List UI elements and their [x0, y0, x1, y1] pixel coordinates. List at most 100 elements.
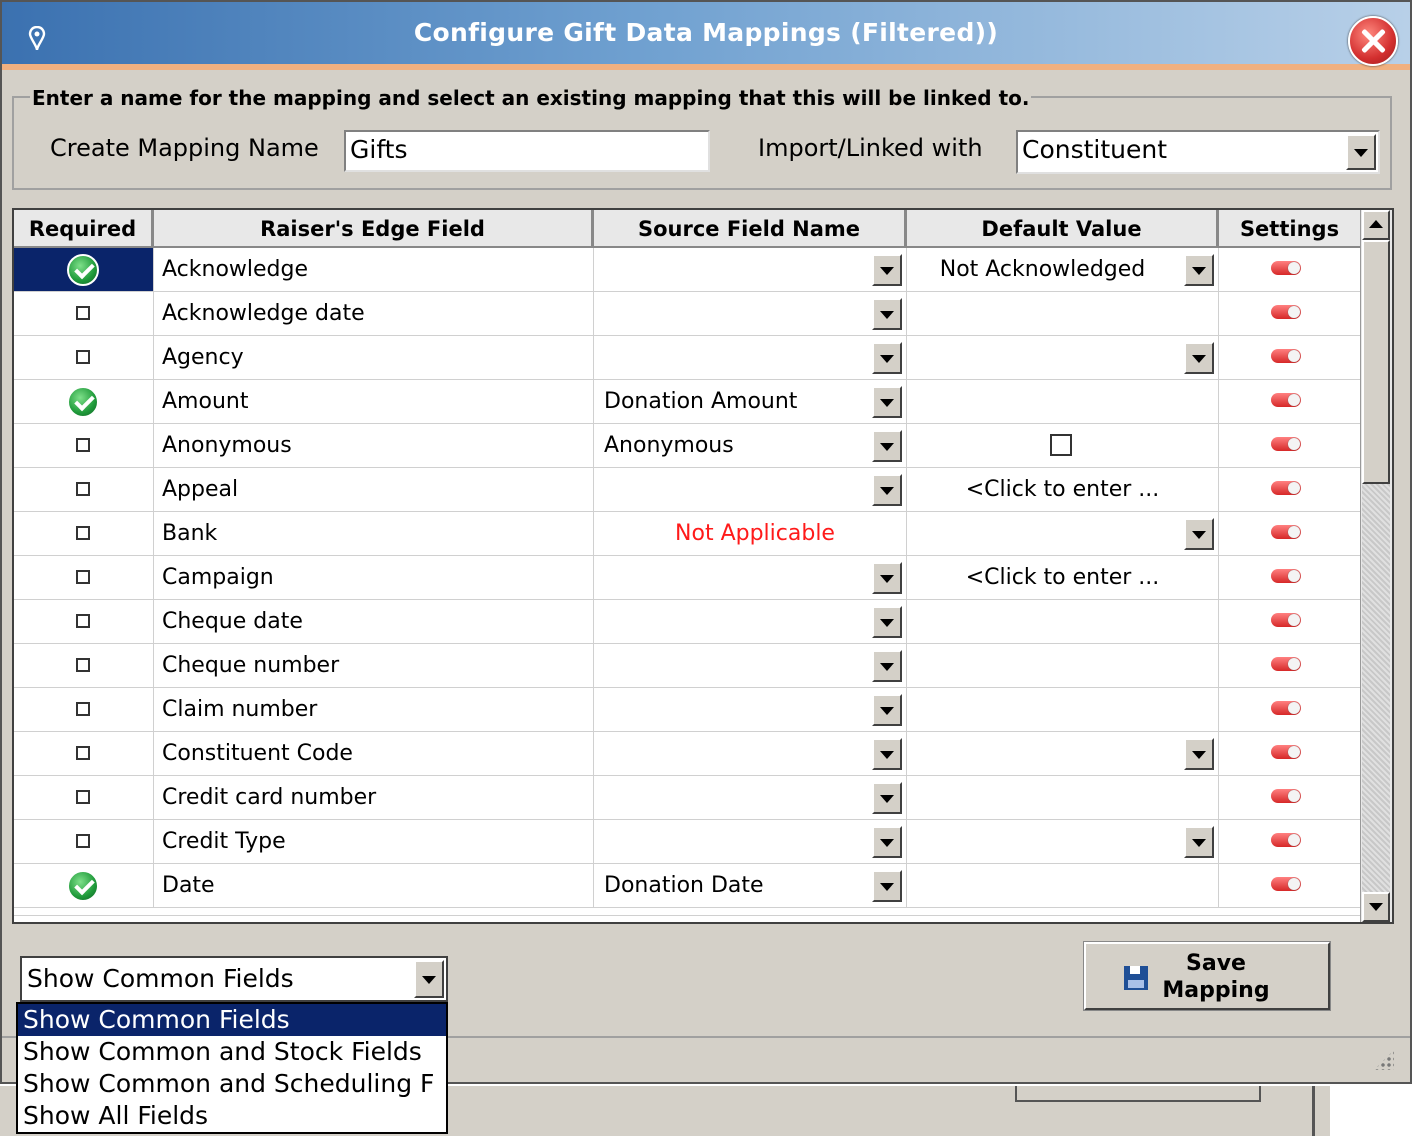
settings-cell[interactable] — [1219, 336, 1360, 379]
chevron-down-icon[interactable] — [872, 386, 902, 418]
source-field-cell[interactable]: Not Applicable — [594, 512, 907, 555]
chevron-down-icon[interactable] — [1184, 826, 1214, 858]
required-checkbox[interactable] — [76, 702, 90, 716]
required-cell[interactable] — [14, 424, 154, 467]
settings-cell[interactable] — [1219, 776, 1360, 819]
toggle-switch-icon[interactable] — [1271, 877, 1301, 891]
default-value-cell[interactable]: <Click to enter ... — [907, 468, 1219, 511]
source-field-cell[interactable] — [594, 688, 907, 731]
required-cell[interactable] — [14, 644, 154, 687]
scroll-thumb[interactable] — [1362, 240, 1390, 484]
settings-cell[interactable] — [1219, 820, 1360, 863]
default-value-cell[interactable] — [907, 644, 1219, 687]
table-row[interactable]: Campaign <Click to enter ... — [14, 556, 1360, 600]
source-field-cell[interactable] — [594, 556, 907, 599]
settings-cell[interactable] — [1219, 292, 1360, 335]
default-value-link[interactable]: <Click to enter ... — [907, 556, 1218, 599]
resize-grip-icon[interactable] — [1374, 1050, 1394, 1070]
toggle-switch-icon[interactable] — [1271, 701, 1301, 715]
settings-cell[interactable] — [1219, 864, 1360, 907]
title-bar[interactable]: Configure Gift Data Mappings (Filtered)) — [2, 2, 1410, 70]
required-checkbox[interactable] — [76, 790, 90, 804]
chevron-down-icon[interactable] — [1184, 738, 1214, 770]
settings-cell[interactable] — [1219, 468, 1360, 511]
default-checkbox[interactable] — [1050, 434, 1072, 456]
toggle-switch-icon[interactable] — [1271, 261, 1301, 275]
source-field-cell[interactable] — [594, 776, 907, 819]
source-field-cell[interactable] — [594, 248, 907, 291]
required-cell[interactable] — [14, 248, 154, 291]
table-row[interactable]: Credit card number — [14, 776, 1360, 820]
required-checkbox[interactable] — [76, 306, 90, 320]
chevron-down-icon[interactable] — [872, 606, 902, 638]
settings-cell[interactable] — [1219, 556, 1360, 599]
header-default-value[interactable]: Default Value — [907, 210, 1219, 248]
table-row[interactable]: Appeal <Click to enter ... — [14, 468, 1360, 512]
chevron-down-icon[interactable] — [872, 650, 902, 682]
table-row[interactable]: Cheque number — [14, 644, 1360, 688]
source-field-cell[interactable] — [594, 468, 907, 511]
required-checkbox[interactable] — [76, 438, 90, 452]
required-checkbox[interactable] — [76, 834, 90, 848]
chevron-down-icon[interactable] — [1184, 342, 1214, 374]
source-field-cell[interactable] — [594, 644, 907, 687]
settings-cell[interactable] — [1219, 644, 1360, 687]
default-value-cell[interactable] — [907, 424, 1219, 467]
source-field-cell[interactable] — [594, 732, 907, 775]
required-cell[interactable] — [14, 292, 154, 335]
table-row[interactable]: Claim number — [14, 688, 1360, 732]
toggle-switch-icon[interactable] — [1271, 789, 1301, 803]
table-row[interactable]: Acknowledge date — [14, 292, 1360, 336]
header-required[interactable]: Required — [14, 210, 154, 248]
filter-option[interactable]: Show All Fields — [18, 1100, 446, 1132]
required-checkbox[interactable] — [76, 526, 90, 540]
chevron-down-icon[interactable] — [1184, 254, 1214, 286]
default-value-cell[interactable] — [907, 864, 1219, 907]
required-checkbox[interactable] — [76, 350, 90, 364]
table-row[interactable]: Anonymous Anonymous — [14, 424, 1360, 468]
source-field-cell[interactable]: Anonymous — [594, 424, 907, 467]
header-source-field[interactable]: Source Field Name — [594, 210, 907, 248]
default-value-cell[interactable] — [907, 512, 1219, 555]
required-checkbox[interactable] — [76, 482, 90, 496]
grid-scrollbar[interactable] — [1360, 210, 1392, 922]
required-checkbox[interactable] — [76, 614, 90, 628]
chevron-down-icon[interactable] — [872, 562, 902, 594]
settings-cell[interactable] — [1219, 512, 1360, 555]
required-cell[interactable] — [14, 556, 154, 599]
source-field-cell[interactable] — [594, 292, 907, 335]
default-value-cell[interactable] — [907, 776, 1219, 819]
toggle-switch-icon[interactable] — [1271, 437, 1301, 451]
chevron-down-icon[interactable] — [872, 694, 902, 726]
chevron-down-icon[interactable] — [872, 738, 902, 770]
mapping-name-input[interactable]: Gifts — [344, 130, 710, 172]
required-cell[interactable] — [14, 468, 154, 511]
chevron-down-icon[interactable] — [872, 870, 902, 902]
default-value-cell[interactable] — [907, 732, 1219, 775]
chevron-down-icon[interactable] — [872, 430, 902, 462]
chevron-down-icon[interactable] — [872, 298, 902, 330]
table-row[interactable]: Constituent Code — [14, 732, 1360, 776]
settings-cell[interactable] — [1219, 424, 1360, 467]
required-cell[interactable] — [14, 512, 154, 555]
filter-option[interactable]: Show Common and Scheduling F — [18, 1068, 446, 1100]
field-filter-select[interactable]: Show Common Fields — [20, 956, 448, 1002]
required-cell[interactable] — [14, 688, 154, 731]
toggle-switch-icon[interactable] — [1271, 525, 1301, 539]
table-row[interactable]: Acknowledge Not Acknowledged — [14, 248, 1360, 292]
table-row[interactable]: Agency — [14, 336, 1360, 380]
scroll-track[interactable] — [1362, 484, 1390, 892]
source-field-cell[interactable]: Donation Date — [594, 864, 907, 907]
chevron-down-icon[interactable] — [872, 474, 902, 506]
chevron-down-icon[interactable] — [872, 782, 902, 814]
close-icon[interactable] — [1348, 16, 1398, 66]
chevron-down-icon[interactable] — [1184, 518, 1214, 550]
required-cell[interactable] — [14, 380, 154, 423]
toggle-switch-icon[interactable] — [1271, 833, 1301, 847]
source-field-cell[interactable] — [594, 600, 907, 643]
required-checkbox[interactable] — [76, 746, 90, 760]
scroll-down-icon[interactable] — [1362, 892, 1390, 922]
toggle-switch-icon[interactable] — [1271, 745, 1301, 759]
table-row[interactable]: Bank Not Applicable — [14, 512, 1360, 556]
default-value-cell[interactable] — [907, 820, 1219, 863]
